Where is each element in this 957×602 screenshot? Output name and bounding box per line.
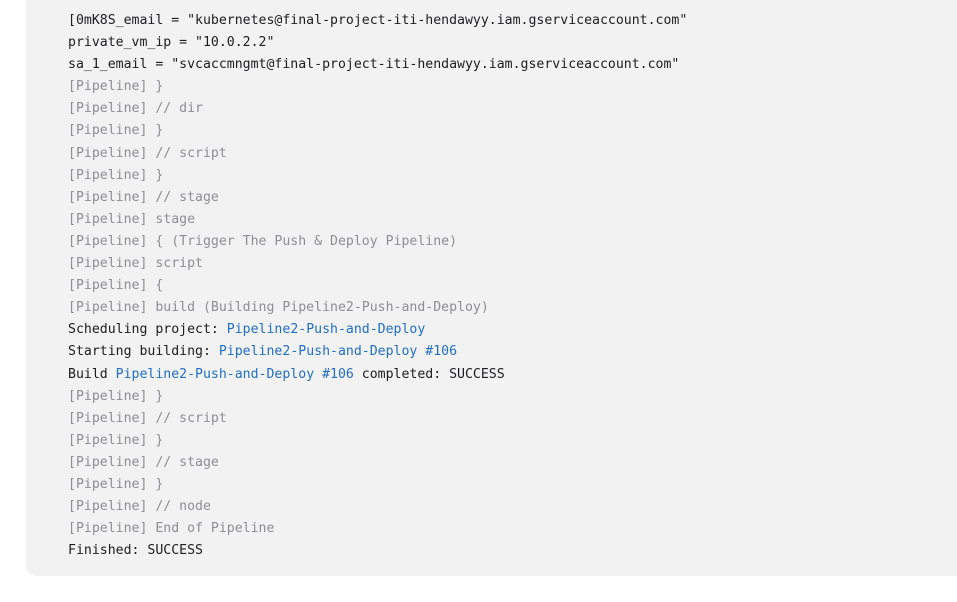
console-output: [0mK8S_email = "kubernetes@final-projec… xyxy=(68,10,687,562)
pipeline-log-line: [Pipeline] // dir xyxy=(68,98,687,120)
build-status: completed: SUCCESS xyxy=(354,367,505,382)
starting-building-line: Starting building: Pipeline2-Push-and-De… xyxy=(68,341,687,363)
console-line: private_vm_ip = "10.0.2.2" xyxy=(68,32,687,54)
pipeline-log-line: [Pipeline] } xyxy=(68,474,687,496)
pipeline-log-line: [Pipeline] script xyxy=(68,253,687,275)
line-prefix: Scheduling project: xyxy=(68,322,227,337)
pipeline-log-line: [Pipeline] // stage xyxy=(68,187,687,209)
build-completed-line: Build Pipeline2-Push-and-Deploy #106 com… xyxy=(68,364,687,386)
console-line: sa_1_email = "svcaccmngmt@final-project-… xyxy=(68,54,687,76)
pipeline-log-line: [Pipeline] } xyxy=(68,76,687,98)
pipeline-log-line: [Pipeline] } xyxy=(68,120,687,142)
console-output-panel: [0mK8S_email = "kubernetes@final-projec… xyxy=(26,0,957,576)
line-prefix: Starting building: xyxy=(68,344,219,359)
pipeline-log-line: [Pipeline] } xyxy=(68,430,687,452)
pipeline-log-line: [Pipeline] End of Pipeline xyxy=(68,518,687,540)
pipeline-log-line: [Pipeline] // script xyxy=(68,143,687,165)
pipeline-log-line: [Pipeline] } xyxy=(68,386,687,408)
pipeline-log-line: [Pipeline] // node xyxy=(68,496,687,518)
pipeline-log-line: [Pipeline] { (Trigger The Push & Deploy … xyxy=(68,231,687,253)
build-link[interactable]: Pipeline2-Push-and-Deploy #106 xyxy=(116,367,354,382)
build-link[interactable]: Pipeline2-Push-and-Deploy #106 xyxy=(219,344,457,359)
pipeline-log-line: [Pipeline] { xyxy=(68,275,687,297)
pipeline-log-line: [Pipeline] // script xyxy=(68,408,687,430)
console-line: [0mK8S_email = "kubernetes@final-projec… xyxy=(68,10,687,32)
scheduling-project-line: Scheduling project: Pipeline2-Push-and-D… xyxy=(68,319,687,341)
pipeline-log-line: [Pipeline] // stage xyxy=(68,452,687,474)
pipeline-log-line: [Pipeline] stage xyxy=(68,209,687,231)
project-link[interactable]: Pipeline2-Push-and-Deploy xyxy=(227,322,426,337)
pipeline-log-line: [Pipeline] } xyxy=(68,165,687,187)
finished-status-line: Finished: SUCCESS xyxy=(68,540,687,562)
pipeline-log-line: [Pipeline] build (Building Pipeline2-Pus… xyxy=(68,297,687,319)
line-prefix: Build xyxy=(68,367,116,382)
